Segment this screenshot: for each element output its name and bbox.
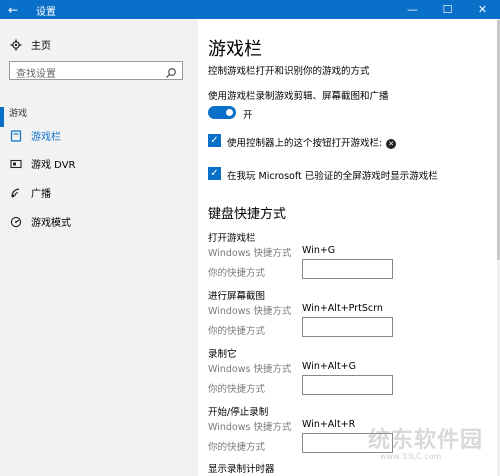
shortcut-group-title: 打开游戏栏 — [208, 233, 256, 244]
sidebar-item-label: 主页 — [31, 41, 51, 52]
checkmark-icon: ✓ — [210, 168, 219, 179]
checkmark-icon: ✓ — [210, 135, 219, 146]
close-icon: ✕ — [477, 3, 488, 16]
gear-icon — [9, 38, 23, 52]
sidebar-item-game-mode[interactable]: 游戏模式 — [9, 214, 71, 229]
minimize-icon: — — [407, 3, 418, 16]
close-button[interactable]: ✕ — [465, 0, 500, 19]
your-shortcut-label: 你的快捷方式 — [208, 384, 266, 395]
sidebar-item-label: 游戏栏 — [31, 132, 61, 143]
section-label: 游戏 — [9, 109, 28, 119]
back-arrow-icon: ← — [7, 2, 19, 17]
search-placeholder: 查找设置 — [16, 69, 56, 80]
shortcut-group-title: 进行屏幕截图 — [208, 291, 266, 302]
maximize-icon: ☐ — [442, 3, 453, 16]
game-bar-icon — [9, 129, 23, 143]
toggle-state: 开 — [243, 110, 253, 121]
sidebar-item-game-bar[interactable]: 游戏栏 — [9, 128, 61, 143]
sidebar: 主页 查找设置 游戏 — [0, 19, 198, 476]
page-title: 游戏栏 — [208, 39, 262, 60]
sidebar-item-broadcast[interactable]: 广播 — [9, 185, 51, 200]
sidebar-item-label: 游戏模式 — [31, 218, 71, 229]
checkbox-label-text: 使用控制器上的这个按钮打开游戏栏: — [227, 138, 383, 149]
toggle-knob — [226, 109, 233, 116]
watermark-url: www.33LC.com — [380, 452, 442, 461]
toggle-label: 使用游戏栏录制游戏剪辑、屏幕截图和广播 — [208, 91, 389, 102]
sidebar-item-label: 游戏 DVR — [31, 160, 76, 171]
broadcast-icon — [9, 186, 23, 200]
sidebar-item-home[interactable]: 主页 — [9, 37, 51, 52]
window-title: 设置 — [36, 7, 56, 18]
shortcut-group-title: 录制它 — [208, 349, 237, 360]
dvr-icon — [9, 157, 23, 171]
back-button[interactable]: ← — [0, 0, 26, 19]
title-bar: ← 设置 — ☐ ✕ — [0, 0, 500, 19]
windows-shortcut-value: Win+Alt+PrtScrn — [302, 303, 383, 314]
your-shortcut-label: 你的快捷方式 — [208, 326, 266, 337]
sidebar-item-label: 广播 — [31, 189, 51, 200]
shortcut-group-title: 开始/停止录制 — [208, 407, 269, 418]
shortcut-group-title: 显示录制计时器 — [208, 464, 275, 475]
controller-button-checkbox[interactable]: ✓ — [208, 134, 221, 147]
record-toggle[interactable] — [208, 106, 236, 119]
checkbox-label: 使用控制器上的这个按钮打开游戏栏: ✕ — [227, 135, 397, 149]
xbox-logo-icon: ✕ — [386, 138, 397, 149]
fullscreen-checkbox[interactable]: ✓ — [208, 167, 221, 180]
search-input[interactable]: 查找设置 — [9, 61, 183, 80]
search-icon — [165, 64, 177, 78]
maximize-button[interactable]: ☐ — [430, 0, 465, 19]
your-shortcut-label: 你的快捷方式 — [208, 268, 266, 279]
minimize-button[interactable]: — — [395, 0, 430, 19]
checkbox-label: 在我玩 Microsoft 已验证的全屏游戏时显示游戏栏 — [227, 171, 438, 182]
main-panel: 游戏栏 控制游戏栏打开和识别你的游戏的方式 使用游戏栏录制游戏剪辑、屏幕截图和广… — [198, 19, 500, 476]
windows-shortcut-value: Win+Alt+R — [302, 419, 356, 430]
your-shortcut-input[interactable] — [302, 375, 393, 395]
your-shortcut-label: 你的快捷方式 — [208, 442, 266, 453]
sidebar-item-game-dvr[interactable]: 游戏 DVR — [9, 156, 76, 171]
shortcuts-heading: 键盘快捷方式 — [208, 207, 287, 222]
windows-shortcut-value: Win+Alt+G — [302, 361, 356, 372]
game-mode-icon — [9, 215, 23, 229]
selection-indicator — [0, 107, 4, 127]
windows-shortcut-label: Windows 快捷方式 — [208, 422, 292, 433]
windows-shortcut-label: Windows 快捷方式 — [208, 364, 292, 375]
watermark-logo: 统东软件园 — [368, 428, 484, 453]
windows-shortcut-label: Windows 快捷方式 — [208, 248, 292, 259]
your-shortcut-input[interactable] — [302, 259, 393, 279]
windows-shortcut-value: Win+G — [302, 245, 336, 256]
windows-shortcut-label: Windows 快捷方式 — [208, 306, 292, 317]
your-shortcut-input[interactable] — [302, 317, 393, 337]
page-description: 控制游戏栏打开和识别你的游戏的方式 — [208, 66, 370, 77]
